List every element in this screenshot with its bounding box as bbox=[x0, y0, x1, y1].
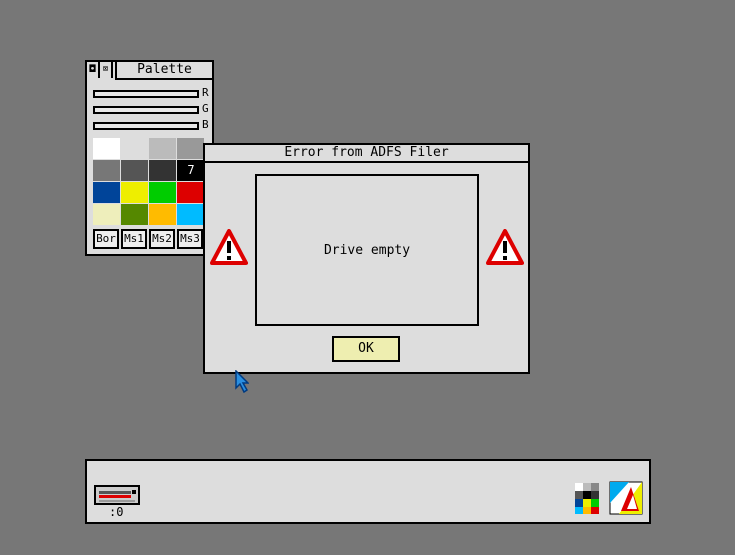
colour-swatch-15[interactable] bbox=[177, 204, 204, 225]
palette-title: Palette bbox=[137, 62, 192, 77]
error-message: Drive empty bbox=[323, 242, 411, 258]
colour-swatch-0[interactable] bbox=[93, 138, 120, 159]
colour-swatch-3[interactable] bbox=[177, 138, 204, 159]
message-box: Drive empty bbox=[255, 174, 479, 326]
mouse-colour-2-button[interactable]: Ms2 bbox=[149, 229, 175, 249]
dialog-title-bar[interactable]: Error from ADFS Filer bbox=[205, 145, 528, 163]
error-dialog: Error from ADFS Filer Drive empty OK bbox=[203, 143, 530, 374]
blue-slider[interactable] bbox=[93, 122, 199, 130]
colour-swatch-14[interactable] bbox=[149, 204, 176, 225]
green-slider[interactable] bbox=[93, 106, 199, 114]
close-icon[interactable]: ⌧ bbox=[100, 62, 113, 78]
colour-swatch-8[interactable] bbox=[93, 182, 120, 203]
colour-swatch-12[interactable] bbox=[93, 204, 120, 225]
colour-swatch-9[interactable] bbox=[121, 182, 148, 203]
colour-swatch-11[interactable] bbox=[177, 182, 204, 203]
back-icon[interactable]: ◘ bbox=[87, 62, 100, 78]
acorn-app-icon[interactable] bbox=[609, 481, 643, 515]
green-label: G bbox=[202, 102, 209, 115]
colour-swatch-1[interactable] bbox=[121, 138, 148, 159]
mouse-colour-1-button[interactable]: Ms1 bbox=[121, 229, 147, 249]
ok-button[interactable]: OK bbox=[332, 336, 400, 362]
blue-label: B bbox=[202, 118, 209, 131]
palette-app-icon[interactable] bbox=[573, 481, 603, 515]
mouse-colour-3-button[interactable]: Ms3 bbox=[177, 229, 203, 249]
colour-swatch-4[interactable] bbox=[93, 160, 120, 181]
dialog-title: Error from ADFS Filer bbox=[284, 145, 449, 160]
colour-swatch-13[interactable] bbox=[121, 204, 148, 225]
floppy-drive-icon[interactable] bbox=[94, 485, 140, 505]
colour-swatch-10[interactable] bbox=[149, 182, 176, 203]
drive-label: :0 bbox=[109, 505, 124, 519]
colour-swatch-5[interactable] bbox=[121, 160, 148, 181]
red-label: R bbox=[202, 86, 209, 99]
mouse-pointer-icon bbox=[235, 370, 249, 394]
icon-bar: :0 bbox=[85, 459, 651, 524]
palette-title-bar[interactable]: Palette bbox=[115, 62, 212, 80]
warning-icon bbox=[210, 229, 248, 265]
colour-swatch-2[interactable] bbox=[149, 138, 176, 159]
palette-window: ◘ ⌧ Palette R G B 7 Bor Ms1 Ms2 Ms3 bbox=[85, 60, 214, 256]
colour-swatch-6[interactable] bbox=[149, 160, 176, 181]
red-slider[interactable] bbox=[93, 90, 199, 98]
selected-colour-number: 7 bbox=[187, 163, 195, 177]
border-colour-button[interactable]: Bor bbox=[93, 229, 119, 249]
warning-icon-right bbox=[486, 229, 524, 265]
